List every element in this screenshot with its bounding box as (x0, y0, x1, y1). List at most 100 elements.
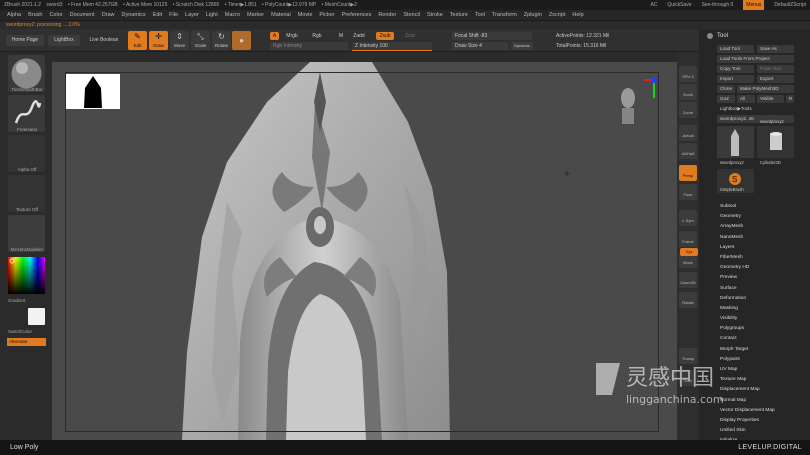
tool-subpalette-display-properties[interactable]: Display Properties (719, 416, 807, 426)
edit-button[interactable]: ✎ Edit (128, 31, 147, 50)
shelf-l-sym[interactable]: L.Sym (679, 210, 697, 226)
shelf-frame[interactable]: Frame (679, 231, 697, 247)
menu-picker[interactable]: Picker (319, 12, 334, 18)
draw-button[interactable]: ✛ Draw (149, 31, 168, 50)
menu-document[interactable]: Document (70, 12, 95, 18)
menu-edit[interactable]: Edit (153, 12, 162, 18)
tool-subpalette-normal-map[interactable]: Normal Map (719, 396, 807, 406)
tool-subpalette-masking[interactable]: Masking (719, 304, 807, 314)
switchcolor-label[interactable]: SwitchColor (4, 329, 50, 334)
tool-subpalette-preview[interactable]: Preview (719, 273, 807, 283)
menu-file[interactable]: File (169, 12, 178, 18)
mrgb-button[interactable]: Mrgb (281, 32, 303, 40)
menu-macro[interactable]: Macro (225, 12, 240, 18)
shelf-zoom[interactable]: Zoom (679, 102, 697, 118)
tool-thumb-swordproxy2[interactable] (717, 126, 754, 158)
menu-texture[interactable]: Texture (450, 12, 468, 18)
shelf-floor[interactable]: Floor (679, 184, 697, 200)
tool-subpalette-vector-displacement-map[interactable]: Vector Displacement Map (719, 406, 807, 416)
tool-subpalette-deformation[interactable]: Deformation (719, 294, 807, 304)
z-intensity-slider[interactable]: Z Intensity 100 (352, 42, 432, 50)
shelf-transp[interactable]: Transp (679, 348, 697, 364)
rgb-intensity-slider[interactable]: Rgb Intensity (270, 42, 348, 50)
tool-subpalette-nanomesh[interactable]: NanoMesh (719, 233, 807, 243)
menu-alpha[interactable]: Alpha (7, 12, 21, 18)
alternate-button[interactable]: Alternate (7, 338, 46, 346)
tool-subpalette-fibermesh[interactable]: FiberMesh (719, 253, 807, 263)
tool-subpalette-layers[interactable]: Layers (719, 243, 807, 253)
import-button[interactable]: Import (717, 75, 754, 83)
menu-material[interactable]: Material (271, 12, 291, 18)
menu-zscript[interactable]: Zscript (549, 12, 566, 18)
shelf-solo[interactable]: Solo (679, 370, 697, 386)
tool-panel-title[interactable]: Tool (699, 29, 810, 43)
tool-subpalette-morph-target[interactable]: Morph Target (719, 345, 807, 355)
menu-color[interactable]: Color (49, 12, 62, 18)
tool-subpalette-surface[interactable]: Surface (719, 284, 807, 294)
shelf-scroll[interactable]: Scroll (679, 84, 697, 100)
tool-subpalette-displacement-map[interactable]: Displacement Map (719, 385, 807, 395)
tool-subpalette-arraymesh[interactable]: ArrayMesh (719, 222, 807, 232)
zcut-button[interactable]: Zcut (402, 32, 418, 40)
tool-subpalette-unified-skin[interactable]: Unified Skin (719, 426, 807, 436)
home-page-button[interactable]: Home Page (6, 35, 44, 46)
menu-render[interactable]: Render (378, 12, 396, 18)
a-button[interactable]: A (270, 32, 279, 40)
m-button[interactable]: M (336, 32, 346, 40)
load-tool-button[interactable]: Load Tool (717, 45, 754, 53)
shelf-actual[interactable]: Actual (679, 125, 697, 141)
menu-draw[interactable]: Draw (102, 12, 115, 18)
visible-button[interactable]: Visible (757, 95, 784, 103)
r-button[interactable]: R (786, 95, 794, 103)
shelf-aahalf[interactable]: AAHalf (679, 143, 697, 159)
tool-subpalette-geometry[interactable]: Geometry (719, 212, 807, 222)
scale-button[interactable]: ⤡ Scale (191, 31, 210, 50)
draw-size-slider[interactable]: Draw Size 4 (452, 42, 508, 50)
menu-zplugin[interactable]: Zplugin (524, 12, 542, 18)
viewport-canvas[interactable]: + (52, 62, 677, 440)
material-sphere-icon[interactable]: ● (232, 31, 251, 50)
focal-shift-slider[interactable]: Focal Shift -83 (452, 32, 532, 40)
lightbox-button[interactable]: LightBox (48, 35, 80, 46)
shelf-persp[interactable]: Persp (679, 165, 697, 181)
tool-subpalette-contact[interactable]: Contact (719, 334, 807, 344)
main-color-swatch[interactable] (28, 308, 45, 325)
tool-subpalette-geometry-hd[interactable]: Geometry HD (719, 263, 807, 273)
menu-stroke[interactable]: Stroke (427, 12, 443, 18)
menu-dynamics[interactable]: Dynamics (122, 12, 146, 18)
export-button[interactable]: Export (757, 75, 794, 83)
tool-thumb-cylinder[interactable] (757, 126, 794, 158)
paste-tool-button[interactable]: Paste Tool (757, 65, 794, 73)
menu-movie[interactable]: Movie (298, 12, 313, 18)
default-script[interactable]: DefaultZScript (774, 0, 806, 10)
tool-subpalette-texture-map[interactable]: Texture Map (719, 375, 807, 385)
menu-stencil[interactable]: Stencil (403, 12, 420, 18)
menu-layer[interactable]: Layer (185, 12, 199, 18)
ac-label[interactable]: AC (650, 0, 657, 10)
live-boolean-button[interactable]: Live Boolean (84, 35, 124, 46)
menu-marker[interactable]: Marker (247, 12, 264, 18)
xyz-symmetry-button[interactable]: Xyz (680, 248, 698, 256)
menu-transform[interactable]: Transform (492, 12, 517, 18)
goz-button[interactable]: GoZ (717, 95, 735, 103)
clone-button[interactable]: Clone (717, 85, 735, 93)
menu-brush[interactable]: Brush (28, 12, 42, 18)
shelf-spix-3[interactable]: SPix 3 (679, 66, 697, 82)
color-picker[interactable] (8, 257, 45, 294)
menus-button[interactable]: Menus (743, 0, 765, 10)
rotate-button[interactable]: ↻ Rotate (212, 31, 231, 50)
save-as-button[interactable]: Save As (757, 45, 794, 53)
zsub-button[interactable]: Zsub (376, 32, 394, 40)
shelf-zoom3d[interactable]: Zoom3D (679, 272, 697, 288)
panel-collapse-icon[interactable] (707, 33, 713, 39)
dynamic-button[interactable]: Dynamic (511, 42, 533, 50)
see-through-slider[interactable]: See-through 0 (702, 0, 734, 10)
make-polymesh-button[interactable]: Make PolyMesh3D (737, 85, 794, 93)
quicksave-button[interactable]: QuickSave (667, 0, 691, 10)
tool-subpalette-visibility[interactable]: Visibility (719, 314, 807, 324)
move-button[interactable]: ⇕ Move (170, 31, 189, 50)
tool-subpalette-uv-map[interactable]: UV Map (719, 365, 807, 375)
tool-subpalette-polypaint[interactable]: Polypaint (719, 355, 807, 365)
rgb-button[interactable]: Rgb (309, 32, 325, 40)
menu-tool[interactable]: Tool (475, 12, 485, 18)
